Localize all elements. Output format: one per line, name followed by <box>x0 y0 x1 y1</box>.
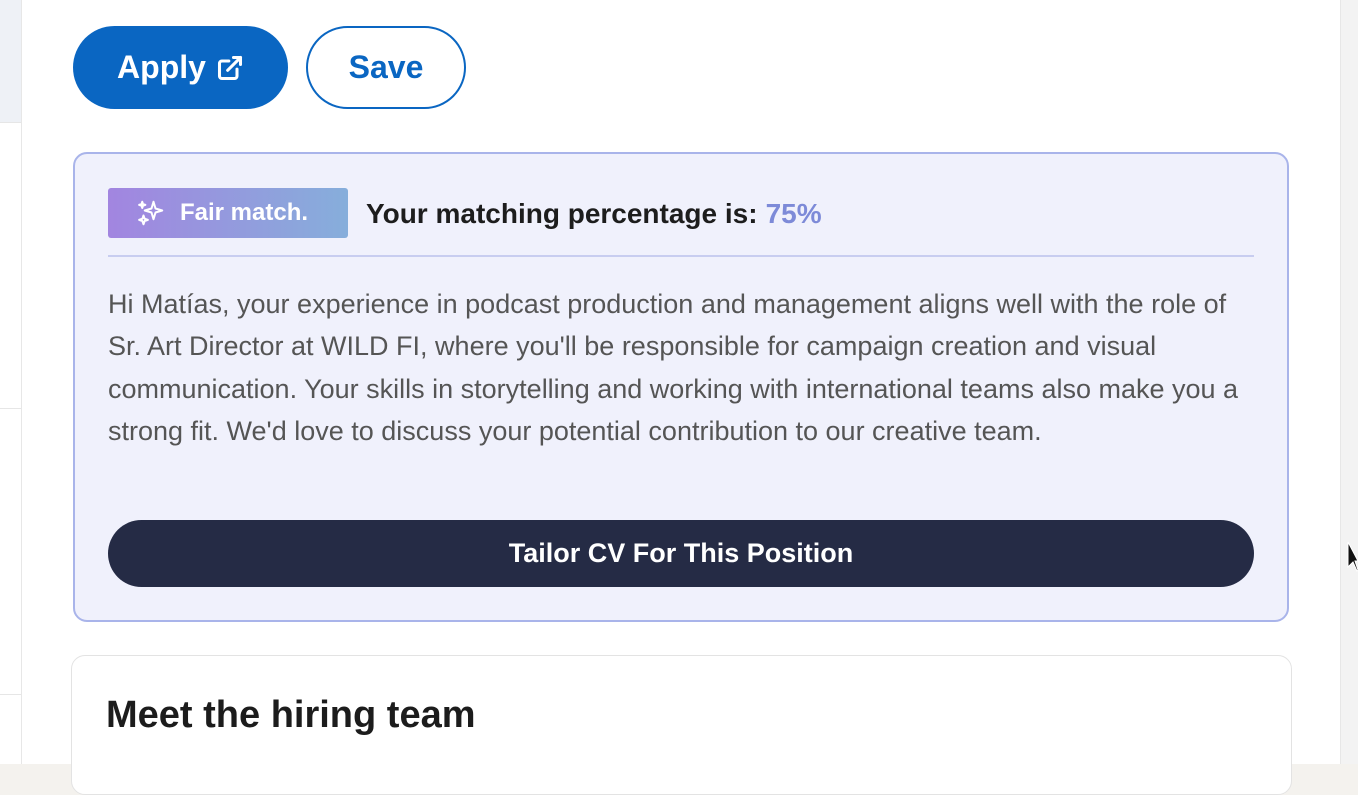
match-divider <box>108 255 1254 257</box>
mouse-cursor-icon <box>1347 541 1358 572</box>
left-column-edge <box>0 0 21 764</box>
scrollbar-track[interactable] <box>1341 0 1358 764</box>
match-heading-prefix: Your matching percentage is: <box>366 198 758 229</box>
match-description: Hi Matías, your experience in podcast pr… <box>108 289 1239 446</box>
left-column-highlight <box>0 0 21 122</box>
match-badge-label: Fair match. <box>180 199 309 226</box>
left-column-divider <box>0 694 21 695</box>
left-column-divider <box>0 408 21 409</box>
external-link-icon <box>217 55 242 80</box>
apply-button-label: Apply <box>117 49 206 85</box>
save-button-label: Save <box>348 49 424 85</box>
match-heading: Your matching percentage is: 75% <box>366 194 822 234</box>
hiring-team-title: Meet the hiring team <box>106 694 476 736</box>
tailor-cv-button-label: Tailor CV For This Position <box>508 538 854 568</box>
apply-button[interactable]: Apply <box>73 26 288 109</box>
save-button[interactable]: Save <box>306 26 466 109</box>
match-badge: Fair match. <box>108 188 348 238</box>
left-column-divider <box>0 122 21 123</box>
sparkles-icon <box>138 200 164 226</box>
match-percentage: 75% <box>765 198 822 229</box>
tailor-cv-button[interactable]: Tailor CV For This Position <box>108 520 1254 587</box>
